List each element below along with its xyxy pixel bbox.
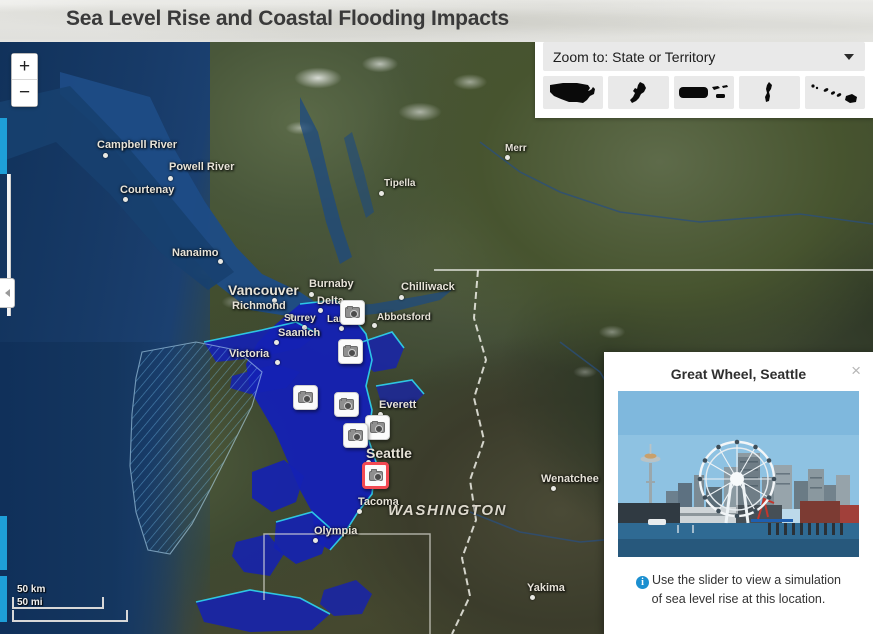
map-dot-wenatchee [551,486,556,491]
popup-title: Great Wheel, Seattle [670,366,807,382]
map-dot-vancouver [272,298,277,303]
zoom-to-state-label: Zoom to: State or Territory [553,48,716,65]
map-scale-bar: 50 km 50 mi [12,584,128,622]
region-shortcut-row [543,76,866,109]
page-header: Sea Level Rise and Coastal Flooding Impa… [0,0,873,42]
map-dot-courtenay [123,197,128,202]
popup-close-button[interactable]: × [851,362,861,379]
map-label-washington-state: WASHINGTON [388,502,508,519]
popup-photo [618,391,859,557]
page-title: Sea Level Rise and Coastal Flooding Impa… [66,7,510,30]
map-dot-surrey [302,325,307,330]
map-dot-campbell-river [103,153,108,158]
alaska-icon [629,81,646,103]
left-edge-accent-top [0,118,7,174]
panel-select-row: Zoom to: State or Territory [543,42,865,71]
popup-note: i Use the slider to view a simulation of … [618,571,859,610]
map-dot-tipella [379,191,384,196]
camera-icon [348,428,363,441]
region-button-continental-us[interactable] [543,76,604,109]
zoom-in-button[interactable]: + [12,54,37,80]
map-dot-saanich [274,340,279,345]
camera-icon [298,390,313,403]
hawaii-icon [811,83,857,103]
map-dot-langley [339,326,344,331]
map-dot-chilliwack [399,295,404,300]
map-dot-richmond [289,314,294,319]
camera-icon [339,397,354,410]
map-dot-merritt [505,155,510,160]
popup-note-line1: Use the slider to view a simulation [652,573,841,587]
map-zoom-controls[interactable]: + − [11,53,38,107]
seattle-great-wheel-photo [618,391,859,557]
left-edge-accent-bottom2 [0,576,7,622]
map-dot-olympia [313,538,318,543]
camera-marker-3[interactable] [293,385,318,410]
map-dot-yakima [530,595,535,600]
map-dot-tacoma [357,509,362,514]
camera-marker-6[interactable] [343,423,368,448]
map-dot-delta [318,308,323,313]
region-button-guam[interactable] [739,76,800,109]
chevron-down-icon [844,54,854,60]
region-button-alaska[interactable] [608,76,669,109]
region-button-puerto-rico[interactable] [673,76,735,109]
camera-marker-2[interactable] [338,339,363,364]
map-dot-abbotsford [372,323,377,328]
map-dot-powell-river [168,176,173,181]
scale-km-label: 50 km [17,584,46,595]
continental-us-icon [550,82,596,103]
camera-icon [343,344,358,357]
camera-marker-5[interactable] [365,415,390,440]
map-dot-victoria [275,360,280,365]
left-edge-accent-bottom [0,516,7,570]
sidebar-collapse-tab[interactable] [0,278,15,308]
camera-icon [345,305,360,318]
map-dot-burnaby [309,292,314,297]
location-popup: × Great Wheel, Seattle i Use the slider … [604,352,873,634]
camera-icon [368,469,383,481]
scale-mi-line: 50 mi [12,597,128,622]
zoom-to-state-select[interactable]: Zoom to: State or Territory [543,42,865,71]
camera-marker-7-selected[interactable] [362,462,389,489]
info-icon: i [636,576,649,589]
map-dot-nanaimo [218,259,223,264]
guam-icon [765,81,773,102]
camera-marker-1[interactable] [340,300,365,325]
camera-marker-4[interactable] [334,392,359,417]
puerto-rico-icon [679,84,729,98]
camera-icon [370,420,385,433]
region-button-hawaii[interactable] [804,76,866,109]
zoom-out-button[interactable]: − [12,80,37,106]
chevron-left-icon [4,289,10,297]
scale-mi-label: 50 mi [17,597,43,608]
popup-note-line2: of sea level rise at this location. [651,592,826,607]
